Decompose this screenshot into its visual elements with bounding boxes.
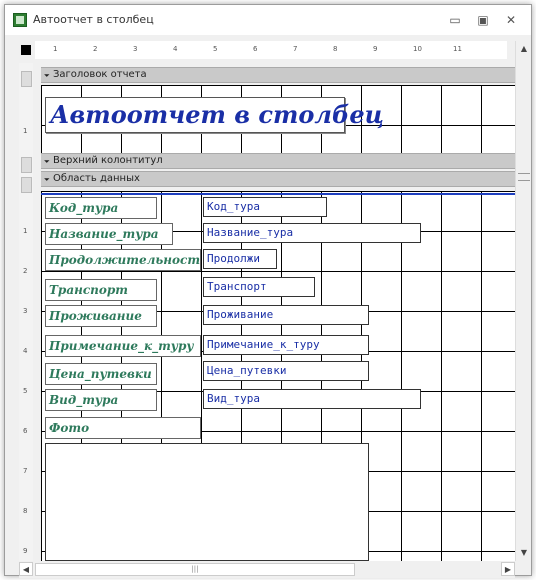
field-control[interactable]: Название_тура: [203, 223, 421, 243]
ruler-mark: 1: [53, 45, 58, 53]
ruler-mark: 5: [23, 387, 28, 395]
window-title: Автоотчет в столбец: [33, 13, 154, 26]
section-arrow-icon: 🞃: [44, 156, 50, 165]
ruler-mark: 8: [23, 507, 28, 515]
field-control[interactable]: Проживание: [203, 305, 369, 325]
page-header-bar[interactable]: 🞃 Верхний колонтитул: [41, 153, 515, 169]
ruler-mark: 9: [373, 45, 378, 53]
ruler-mark: 4: [173, 45, 178, 53]
field-control[interactable]: Вид_тура: [203, 389, 421, 409]
report-header-selector[interactable]: [21, 71, 32, 87]
field-label[interactable]: Проживание: [45, 305, 157, 327]
section-title: Верхний колонтитул: [53, 155, 163, 166]
field-label[interactable]: Вид_тура: [45, 389, 157, 411]
section-title: Заголовок отчета: [53, 69, 147, 80]
select-report-button[interactable]: [21, 45, 31, 55]
report-designer-window: Автоотчет в столбец ▭ ▣ ✕ 1 2 3 4 5 6 7 …: [4, 4, 532, 578]
ruler-mark: 1: [23, 127, 28, 135]
section-title: Область данных: [53, 173, 140, 184]
report-icon: [13, 13, 27, 27]
field-label[interactable]: Код_тура: [45, 197, 157, 219]
field-control[interactable]: Продолжи: [203, 249, 277, 269]
ruler-mark: 3: [133, 45, 138, 53]
minimize-button[interactable]: ▭: [443, 10, 467, 30]
report-header-bar[interactable]: 🞃 Заголовок отчета: [41, 67, 515, 83]
horizontal-scrollbar[interactable]: ◀ ||| ▶: [19, 562, 515, 578]
scroll-right-icon[interactable]: ▶: [501, 562, 515, 576]
ruler-mark: 5: [213, 45, 218, 53]
ruler-mark: 2: [93, 45, 98, 53]
scroll-left-icon[interactable]: ◀: [19, 562, 33, 576]
section-arrow-icon: 🞃: [44, 70, 50, 79]
scroll-grip-icon: [518, 173, 530, 181]
field-control[interactable]: Примечание_к_туру: [203, 335, 369, 355]
photo-frame[interactable]: [45, 443, 369, 561]
ruler-mark: 1: [23, 227, 28, 235]
field-label[interactable]: Название_тура: [45, 223, 173, 245]
report-title-label[interactable]: Автоотчет в столбец: [45, 97, 384, 133]
ruler-mark: 3: [23, 307, 28, 315]
field-label[interactable]: Цена_путевки: [45, 363, 157, 385]
ruler-mark: 7: [23, 467, 28, 475]
scroll-thumb[interactable]: |||: [35, 563, 355, 576]
ruler-mark: 6: [253, 45, 258, 53]
ruler-mark: 11: [453, 45, 462, 53]
close-button[interactable]: ✕: [499, 10, 523, 30]
detail-bar[interactable]: 🞃 Область данных: [41, 171, 515, 187]
photo-label[interactable]: Фото: [45, 417, 201, 439]
ruler-mark: 10: [413, 45, 422, 53]
title-bar: Автоотчет в столбец ▭ ▣ ✕: [5, 5, 531, 35]
scroll-down-icon[interactable]: ▼: [516, 545, 532, 561]
section-boundary: [41, 193, 515, 195]
ruler-mark: 9: [23, 547, 28, 555]
field-control[interactable]: Цена_путевки: [203, 361, 369, 381]
vertical-ruler[interactable]: 1 1 2 3 4 5 6 7 8 9: [21, 93, 33, 563]
ruler-mark: 6: [23, 427, 28, 435]
horizontal-ruler[interactable]: 1 2 3 4 5 6 7 8 9 10 11: [35, 41, 507, 59]
ruler-mark: 8: [333, 45, 338, 53]
scroll-up-icon[interactable]: ▲: [516, 41, 532, 57]
vertical-scrollbar[interactable]: ▲ ▼: [515, 41, 531, 561]
field-control[interactable]: Код_тура: [203, 197, 327, 217]
section-arrow-icon: 🞃: [44, 174, 50, 183]
maximize-button[interactable]: ▣: [471, 10, 495, 30]
field-label[interactable]: Примечание_к_туру: [45, 335, 201, 357]
field-label[interactable]: Транспорт: [45, 279, 157, 301]
ruler-mark: 2: [23, 267, 28, 275]
ruler-mark: 4: [23, 347, 28, 355]
field-control[interactable]: Транспорт: [203, 277, 315, 297]
field-label[interactable]: Продолжительность: [45, 249, 201, 271]
ruler-mark: 7: [293, 45, 298, 53]
